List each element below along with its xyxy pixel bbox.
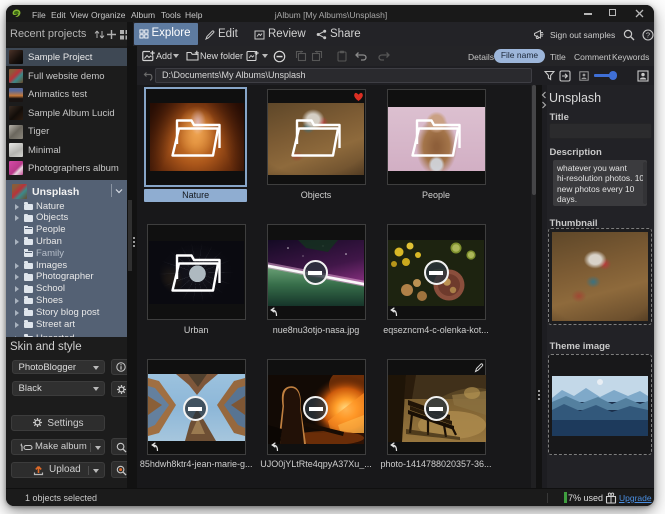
svg-text:?: ?: [646, 30, 650, 39]
